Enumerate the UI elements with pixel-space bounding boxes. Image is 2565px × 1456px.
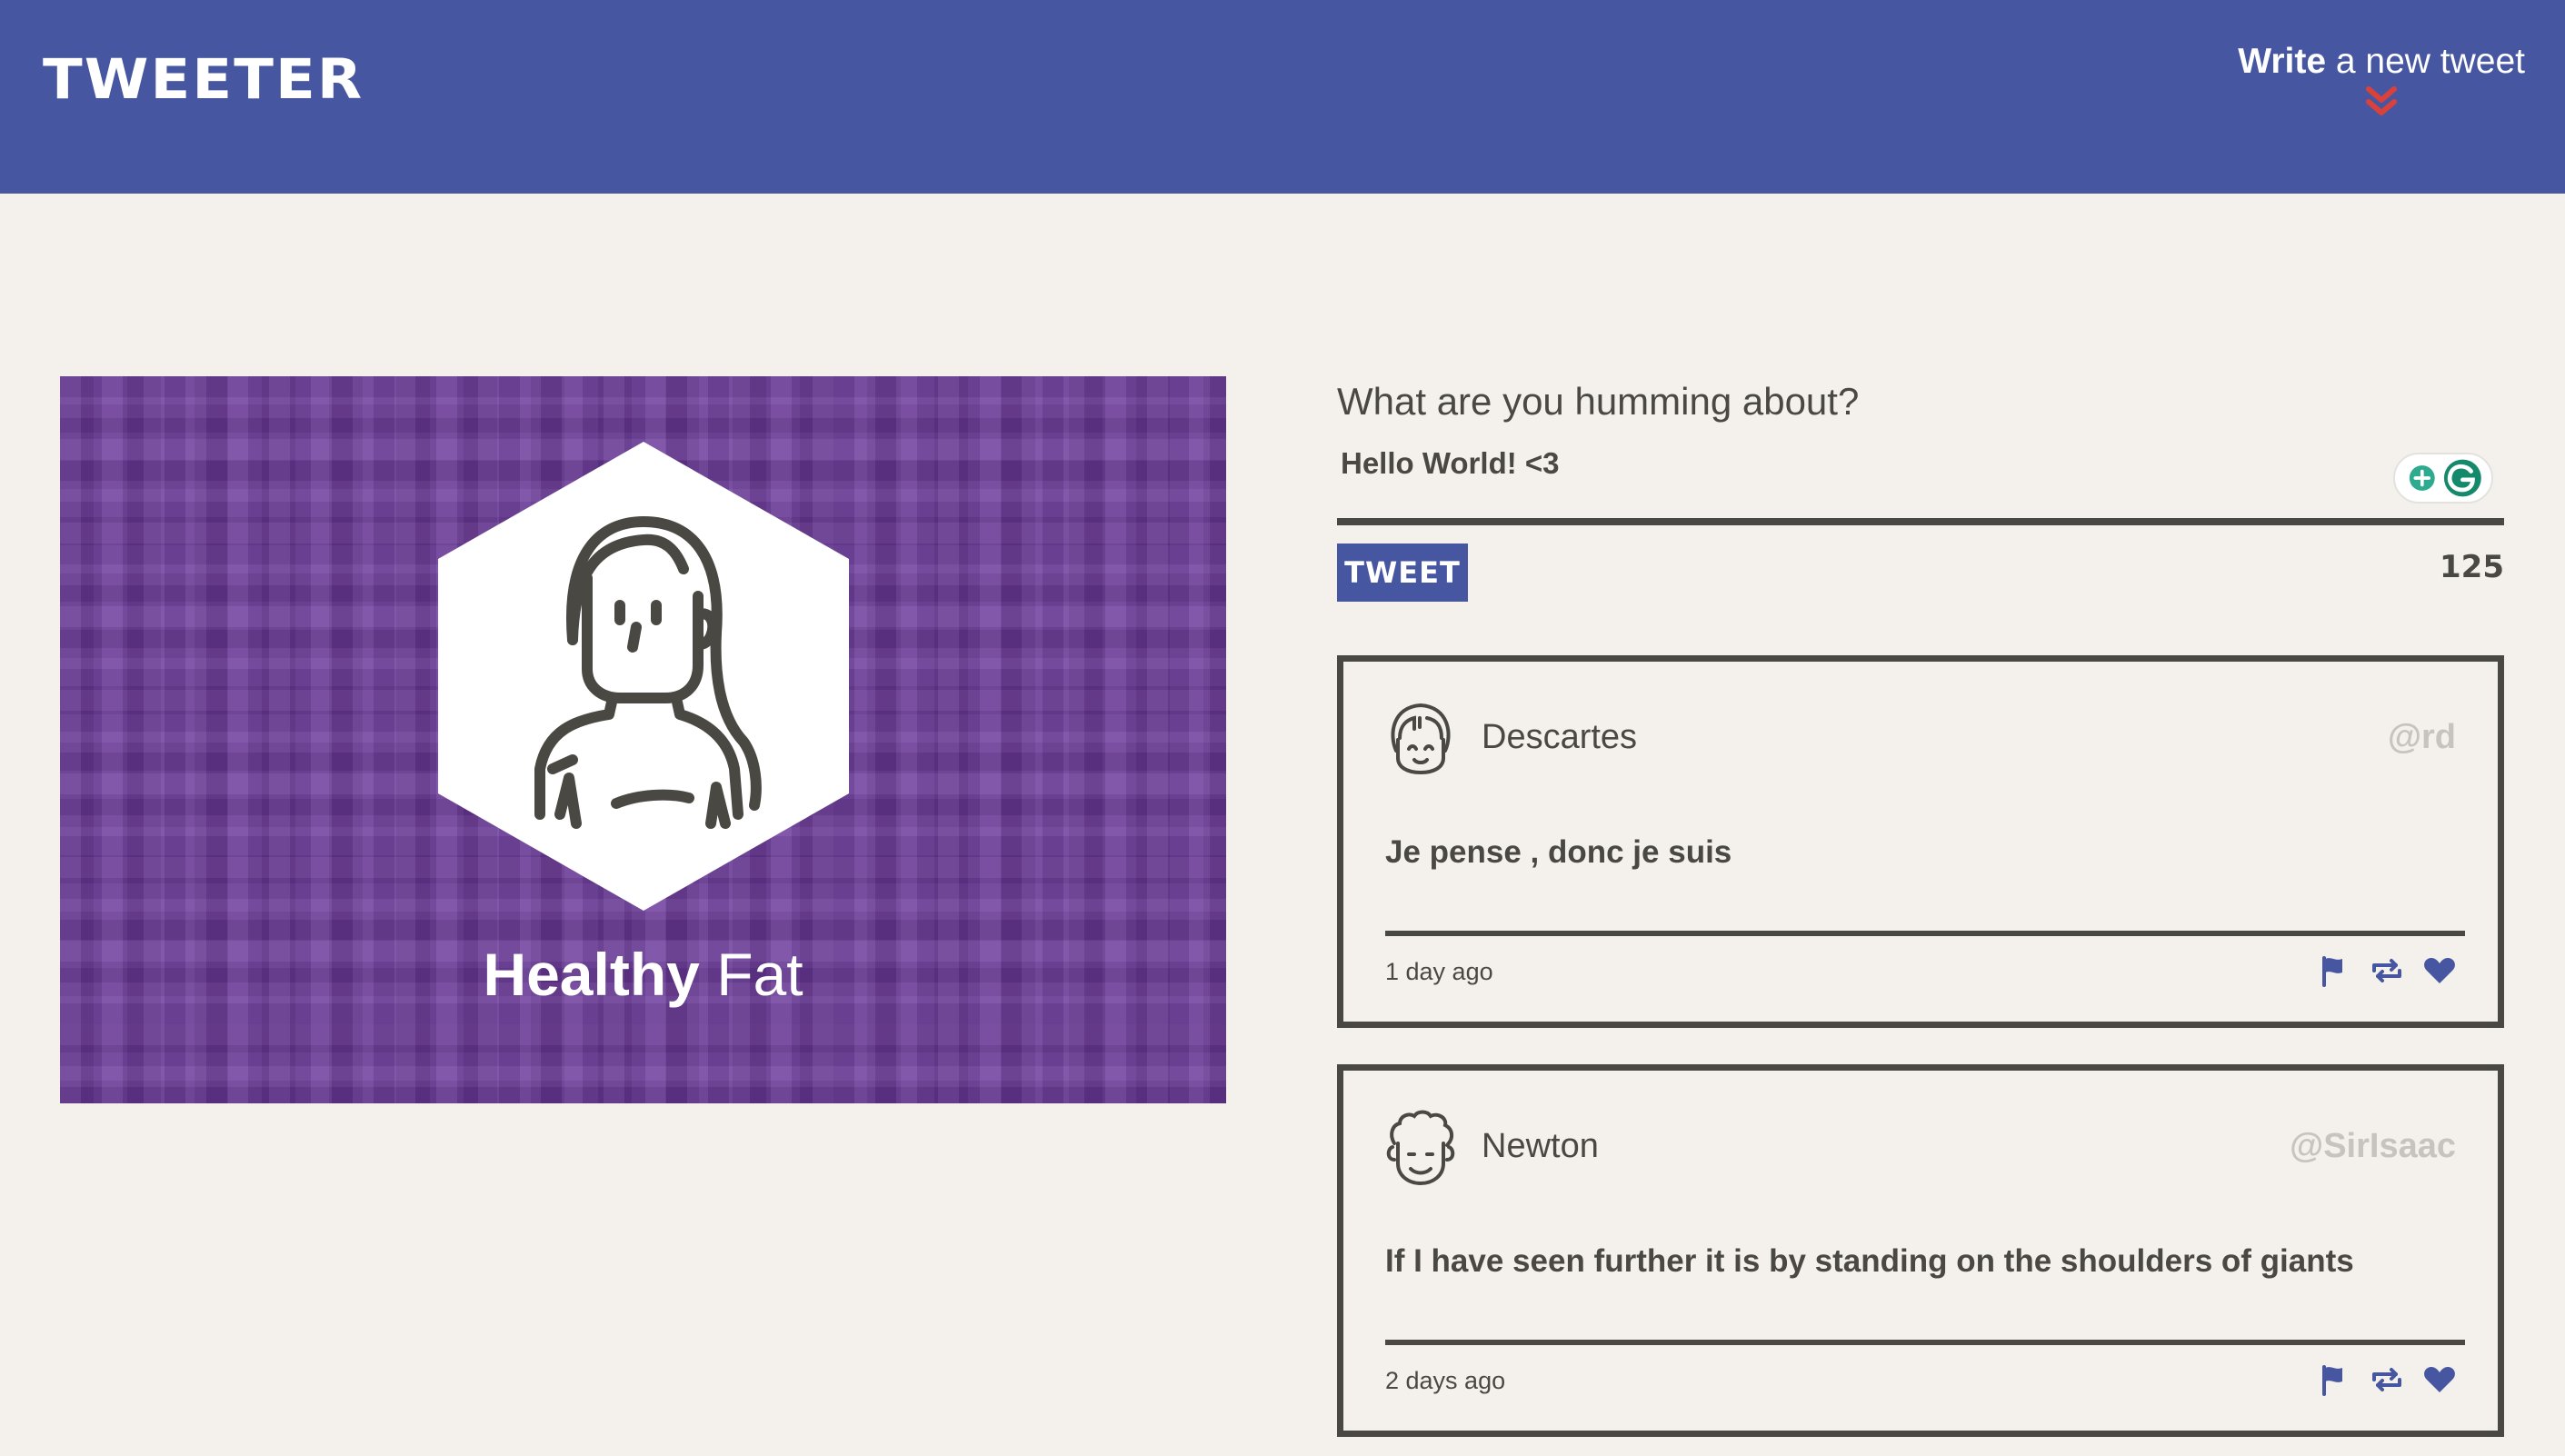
compose-divider — [1337, 518, 2504, 525]
user-avatar-icon — [1386, 1110, 1455, 1186]
tweet-actions — [2302, 954, 2458, 991]
character-counter: 125 — [2440, 549, 2504, 585]
heart-icon[interactable] — [2421, 1363, 2458, 1396]
compose-section: What are you humming about? TWEET 125 — [1337, 376, 2504, 602]
grammar-icon — [2409, 459, 2481, 497]
tweet-text-input[interactable] — [1341, 436, 2386, 491]
tweet-content: Je pense , donc je suis — [1385, 834, 1732, 870]
tweet-card: Descartes @rd Je pense , donc je suis 1 … — [1337, 655, 2504, 1028]
profile-avatar-icon — [438, 442, 849, 911]
tweet-divider — [1385, 1340, 2465, 1345]
tweet-divider — [1385, 931, 2465, 936]
write-label-rest: a new tweet — [2326, 42, 2525, 81]
tweet-submit-button[interactable]: TWEET — [1337, 544, 1468, 602]
tweet-timestamp: 2 days ago — [1385, 1367, 1506, 1394]
tweet-actions — [2302, 1363, 2458, 1400]
heart-icon[interactable] — [2421, 954, 2458, 987]
retweet-icon[interactable] — [2369, 1363, 2405, 1396]
tweet-author: Descartes — [1482, 718, 1638, 756]
double-chevron-down-icon — [2366, 86, 2398, 115]
flag-icon[interactable] — [2315, 954, 2351, 987]
app-root: TWEETER Write a new tweet Healthy Fat Wh… — [0, 0, 2565, 1456]
retweet-icon[interactable] — [2369, 954, 2405, 987]
top-navbar: TWEETER Write a new tweet — [0, 0, 2565, 194]
profile-banner: Healthy Fat — [60, 376, 1226, 1103]
grammar-assistant-badge[interactable] — [2393, 453, 2493, 504]
tweet-handle[interactable]: @rd — [2388, 718, 2456, 757]
tweet-handle[interactable]: @SirIsaac — [2290, 1127, 2456, 1166]
write-new-tweet-toggle[interactable]: Write a new tweet — [2238, 42, 2525, 118]
flag-icon[interactable] — [2315, 1363, 2351, 1396]
profile-name: Healthy Fat — [60, 940, 1226, 1009]
brand-logo[interactable]: TWEETER — [43, 47, 364, 112]
tweet-timestamp: 1 day ago — [1385, 958, 1493, 985]
tweet-content: If I have seen further it is by standing… — [1385, 1243, 2354, 1279]
user-avatar-icon — [1391, 703, 1451, 775]
compose-label: What are you humming about? — [1337, 380, 1860, 423]
write-label-bold: Write — [2238, 42, 2327, 81]
tweet-author: Newton — [1482, 1127, 1599, 1165]
profile-first-name: Healthy — [483, 941, 700, 1008]
profile-last-name: Fat — [699, 941, 803, 1008]
tweet-card: Newton @SirIsaac If I have seen further … — [1337, 1064, 2504, 1437]
